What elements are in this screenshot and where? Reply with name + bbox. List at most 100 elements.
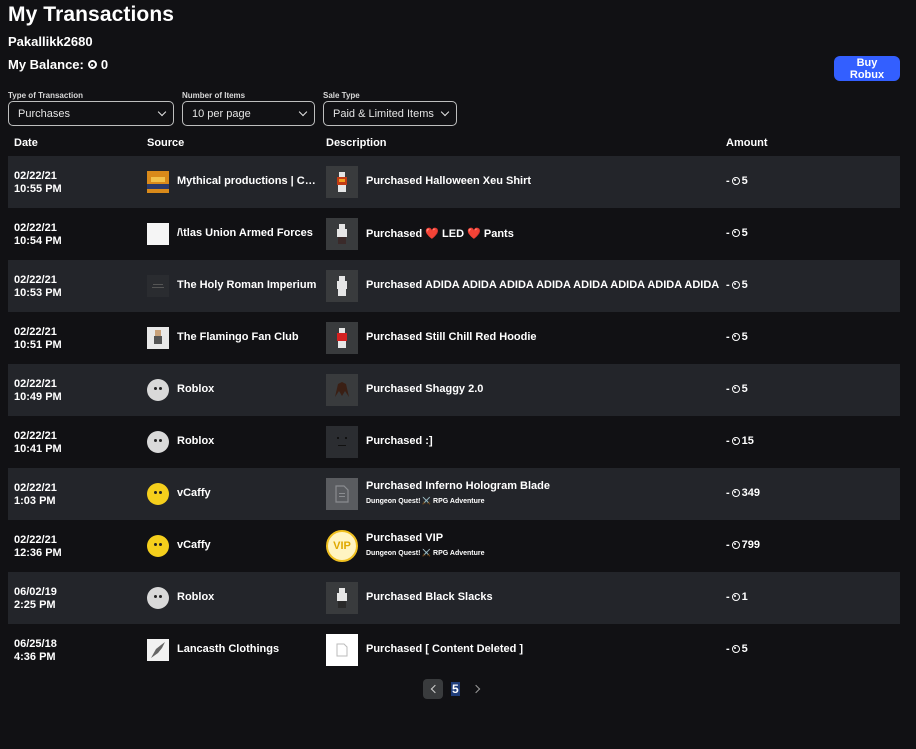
item-thumbnail[interactable] bbox=[326, 374, 358, 406]
transaction-amount: -5 bbox=[726, 383, 748, 395]
item-description[interactable]: Purchased ❤️ LED ❤️ Pants bbox=[366, 227, 514, 240]
items-filter-label: Number of Items bbox=[182, 91, 246, 100]
item-thumbnail[interactable] bbox=[326, 478, 358, 510]
buy-robux-button[interactable]: Buy Robux bbox=[834, 56, 900, 81]
items-filter-value: 10 per page bbox=[192, 107, 251, 120]
transaction-amount: -5 bbox=[726, 227, 748, 239]
robux-icon bbox=[731, 333, 740, 341]
source-name[interactable]: Roblox bbox=[177, 383, 317, 395]
item-description[interactable]: Purchased ADIDA ADIDA ADIDA ADIDA ADIDA … bbox=[366, 279, 719, 291]
vcaffy-avatar-icon bbox=[147, 483, 169, 505]
robux-icon bbox=[87, 60, 97, 69]
item-thumbnail[interactable] bbox=[326, 218, 358, 250]
item-thumbnail[interactable] bbox=[326, 634, 358, 666]
roblox-avatar-icon bbox=[147, 379, 169, 401]
source-name[interactable]: Mythical productions | CH... bbox=[177, 175, 317, 187]
transaction-amount: -15 bbox=[726, 435, 754, 447]
source-name[interactable]: The Holy Roman Imperium bbox=[177, 279, 317, 291]
transactions-page: My Transactions Pakallikk2680 My Balance… bbox=[0, 0, 916, 749]
source-name[interactable]: vCaffy bbox=[177, 487, 317, 499]
item-description[interactable]: Purchased Still Chill Red Hoodie bbox=[366, 331, 537, 343]
table-row: 06/02/19 2:25 PM Roblox Purchased Black S… bbox=[8, 572, 900, 624]
transaction-date: 02/22/21 10:55 PM bbox=[14, 170, 62, 195]
chevron-right-icon bbox=[471, 684, 481, 694]
source-thumbnail[interactable] bbox=[147, 587, 169, 609]
balance-value: 0 bbox=[100, 57, 109, 72]
table-row: 02/22/21 10:49 PM Roblox Purchased Shaggy… bbox=[8, 364, 900, 416]
chevron-down-icon bbox=[298, 107, 308, 117]
item-thumbnail[interactable]: VIP bbox=[326, 530, 358, 562]
page-title: My Transactions bbox=[8, 3, 175, 26]
roblox-avatar-icon bbox=[147, 587, 169, 609]
robux-icon bbox=[731, 281, 740, 289]
robux-icon bbox=[731, 437, 740, 445]
transaction-date: 02/22/21 10:51 PM bbox=[14, 326, 62, 351]
chevron-down-icon bbox=[440, 107, 450, 117]
source-name[interactable]: Roblox bbox=[177, 435, 317, 447]
source-thumbnail[interactable] bbox=[147, 171, 169, 193]
column-header-date: Date bbox=[14, 137, 38, 149]
source-name[interactable]: Lancasth Clothings bbox=[177, 643, 317, 655]
table-row: 02/22/21 12:36 PM vCaffy VIP Purchased VI… bbox=[8, 520, 900, 572]
sale-filter-select[interactable]: Paid & Limited Items bbox=[323, 101, 457, 126]
item-description[interactable]: Purchased Black Slacks bbox=[366, 591, 493, 603]
column-header-source: Source bbox=[147, 137, 185, 149]
item-description[interactable]: Purchased Inferno Hologram Blade bbox=[366, 480, 550, 492]
item-description[interactable]: Purchased VIP bbox=[366, 532, 443, 544]
transaction-date: 06/25/18 4:36 PM bbox=[14, 638, 57, 663]
table-row: 06/25/18 4:36 PM Lancasth Clothings Purch… bbox=[8, 624, 900, 676]
source-name[interactable]: The Flamingo Fan Club bbox=[177, 331, 317, 343]
source-thumbnail[interactable] bbox=[147, 483, 169, 505]
item-thumbnail[interactable] bbox=[326, 166, 358, 198]
item-thumbnail[interactable] bbox=[326, 582, 358, 614]
transaction-amount: -349 bbox=[726, 487, 761, 499]
next-page-button[interactable] bbox=[468, 679, 488, 699]
transaction-amount: -1 bbox=[726, 591, 748, 603]
item-thumbnail[interactable] bbox=[326, 270, 358, 302]
transaction-date: 02/22/21 1:03 PM bbox=[14, 482, 57, 507]
roblox-avatar-icon bbox=[147, 431, 169, 453]
transaction-date: 02/22/21 10:49 PM bbox=[14, 378, 62, 403]
source-name[interactable]: /\tlas Union Armed Forces bbox=[177, 227, 317, 239]
item-thumbnail[interactable] bbox=[326, 426, 358, 458]
item-description[interactable]: Purchased :] bbox=[366, 435, 433, 447]
table-row: 02/22/21 10:54 PM /\tlas Union Armed Forc… bbox=[8, 208, 900, 260]
source-name[interactable]: Roblox bbox=[177, 591, 317, 603]
item-game-name[interactable]: Dungeon Quest! ⚔️ RPG Adventure bbox=[366, 497, 485, 505]
chevron-left-icon bbox=[430, 684, 439, 694]
table-row: 02/22/21 10:53 PM The Holy Roman Imperium… bbox=[8, 260, 900, 312]
transaction-date: 02/22/21 10:41 PM bbox=[14, 430, 62, 455]
chevron-down-icon bbox=[157, 107, 167, 117]
robux-icon bbox=[731, 385, 740, 393]
table-row: 02/22/21 1:03 PM vCaffy Purchased Inferno… bbox=[8, 468, 900, 520]
robux-icon bbox=[731, 229, 740, 237]
source-thumbnail[interactable] bbox=[147, 275, 169, 297]
transaction-date: 02/22/21 10:54 PM bbox=[14, 222, 62, 247]
current-page-number: 5 bbox=[451, 682, 460, 696]
type-filter-value: Purchases bbox=[18, 107, 70, 120]
item-description[interactable]: Purchased Shaggy 2.0 bbox=[366, 383, 483, 395]
source-name[interactable]: vCaffy bbox=[177, 539, 317, 551]
type-filter-select[interactable]: Purchases bbox=[8, 101, 174, 126]
table-row: 02/22/21 10:51 PM The Flamingo Fan Club P… bbox=[8, 312, 900, 364]
previous-page-button[interactable] bbox=[423, 679, 443, 699]
source-thumbnail[interactable] bbox=[147, 535, 169, 557]
source-thumbnail[interactable] bbox=[147, 639, 169, 661]
pagination: 5 bbox=[423, 679, 488, 699]
vcaffy-avatar-icon bbox=[147, 535, 169, 557]
balance: My Balance: 0 bbox=[8, 57, 108, 72]
transaction-amount: -799 bbox=[726, 539, 761, 551]
source-thumbnail[interactable] bbox=[147, 223, 169, 245]
item-game-name[interactable]: Dungeon Quest! ⚔️ RPG Adventure bbox=[366, 549, 485, 557]
username: Pakallikk2680 bbox=[8, 34, 93, 49]
type-filter-label: Type of Transaction bbox=[8, 91, 83, 100]
source-thumbnail[interactable] bbox=[147, 379, 169, 401]
transaction-date: 02/22/21 12:36 PM bbox=[14, 534, 62, 559]
source-thumbnail[interactable] bbox=[147, 327, 169, 349]
balance-label: My Balance: bbox=[8, 57, 84, 72]
item-description[interactable]: Purchased [ Content Deleted ] bbox=[366, 643, 523, 655]
item-thumbnail[interactable] bbox=[326, 322, 358, 354]
source-thumbnail[interactable] bbox=[147, 431, 169, 453]
item-description[interactable]: Purchased Halloween Xeu Shirt bbox=[366, 175, 531, 187]
items-filter-select[interactable]: 10 per page bbox=[182, 101, 315, 126]
